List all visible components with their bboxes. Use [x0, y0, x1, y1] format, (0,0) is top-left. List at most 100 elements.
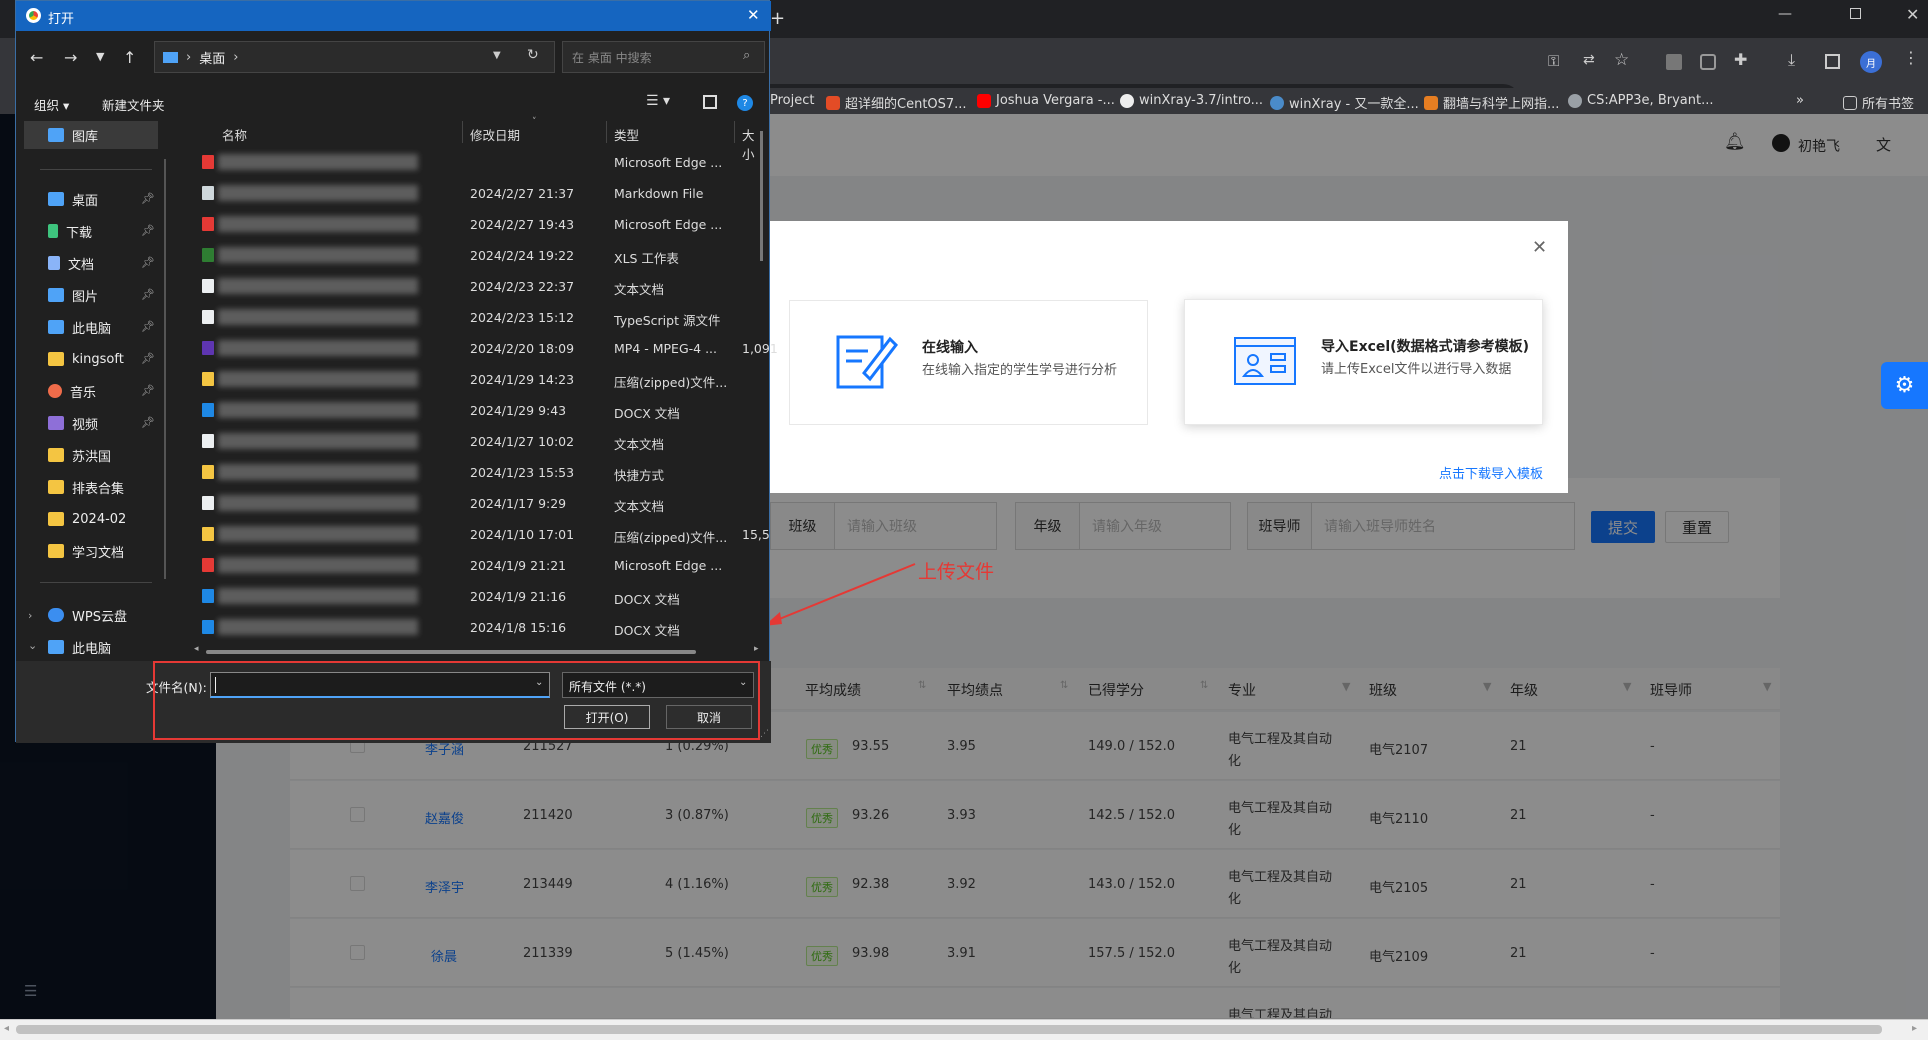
file-row[interactable]: 2024/2/20 18:09 MP4 - MPEG-4 ... 1,091 [194, 333, 778, 364]
nav-documents[interactable]: 文档 [48, 252, 94, 274]
gear-icon: ⚙ [1894, 373, 1915, 398]
nav-videos[interactable]: 视频 [48, 412, 98, 434]
new-tab-icon[interactable]: + [770, 8, 785, 29]
bookmark-centos[interactable]: 超详细的CentOS7... [826, 93, 967, 112]
search-box[interactable]: 在 桌面 中搜索 ⌕ [562, 41, 765, 73]
extension-b-icon[interactable] [1700, 54, 1716, 70]
scroll-left-icon[interactable]: ◂ [194, 644, 199, 654]
download-template-link[interactable]: 点击下载导入模板 [1439, 463, 1543, 482]
expand-chevron-icon[interactable]: › [28, 609, 32, 622]
column-name[interactable]: 名称 [222, 125, 247, 144]
collapse-chevron-icon[interactable]: ⌄ [28, 639, 37, 652]
search-input[interactable]: 在 桌面 中搜索 [572, 49, 652, 66]
file-row[interactable]: 2024/2/23 22:37 文本文档 [194, 271, 764, 302]
video-icon [48, 416, 64, 430]
download-icon[interactable]: ⤓ [1788, 50, 1795, 70]
organize-menu[interactable]: 组织 ▾ [34, 95, 69, 114]
file-row[interactable]: 2024/1/10 17:01 压缩(zipped)文件... 15,5 [194, 519, 770, 550]
file-row[interactable]: 2024/1/29 9:43 DOCX 文档 [194, 395, 764, 426]
nav-gallery[interactable]: 图库 [48, 124, 98, 146]
nav-folder-2024-02[interactable]: 2024-02 [48, 508, 126, 530]
online-input-card[interactable]: 在线输入 在线输入指定的学生学号进行分析 [789, 300, 1148, 425]
nav-folder-paibiao[interactable]: 排表合集 [48, 476, 124, 498]
close-window-icon[interactable]: ✕ [1906, 5, 1919, 24]
file-row[interactable]: Microsoft Edge ... [194, 147, 764, 178]
back-icon[interactable]: ← [30, 48, 43, 67]
file-row[interactable]: 2024/2/24 19:22 XLS 工作表 [194, 240, 764, 271]
nav-this-pc[interactable]: 此电脑 [48, 316, 111, 338]
browser-menu-icon[interactable]: ⋮ [1903, 48, 1919, 67]
path-segment[interactable]: 桌面 [199, 48, 225, 67]
profile-avatar[interactable]: 月 [1860, 51, 1882, 73]
help-icon[interactable]: ? [737, 95, 753, 111]
recent-dropdown-icon[interactable]: ▼ [96, 50, 104, 63]
nav-desktop[interactable]: 桌面 [48, 188, 98, 210]
extension-a-icon[interactable] [1666, 54, 1682, 70]
import-excel-card[interactable]: 导入Excel(数据格式请参考模板) 请上传Excel文件以进行导入数据 [1184, 299, 1543, 425]
nav-downloads[interactable]: 下载 [48, 220, 92, 242]
scroll-right-icon[interactable]: ▸ [1912, 1023, 1917, 1034]
column-divider [606, 121, 607, 143]
bookmarks-more[interactable]: » [1796, 93, 1804, 108]
scroll-thumb[interactable] [206, 650, 696, 654]
bookmark-star-icon[interactable]: ☆ [1614, 50, 1629, 70]
file-list-hscroll[interactable]: ◂ ▸ [194, 644, 764, 657]
bookmark-winxray[interactable]: winXray - 又一款全... [1270, 93, 1419, 112]
path-dropdown-icon[interactable]: ▼ [493, 50, 501, 61]
bookmark-joshua[interactable]: Joshua Vergara -... [977, 93, 1115, 108]
highlight-box [153, 661, 760, 740]
bookmark-csapp[interactable]: CS:APP3e, Bryant... [1568, 93, 1713, 108]
scroll-thumb[interactable] [16, 1025, 1882, 1034]
file-row[interactable]: 2024/1/9 21:16 DOCX 文档 [194, 581, 764, 612]
file-row[interactable]: 2024/1/8 15:16 DOCX 文档 [194, 612, 764, 643]
file-row[interactable]: 2024/1/27 10:02 文本文档 [194, 426, 764, 457]
file-type: XLS 工作表 [614, 251, 679, 266]
extensions-puzzle-icon[interactable]: ✚ [1734, 50, 1747, 69]
file-row[interactable]: 2024/2/27 19:43 Microsoft Edge ... [194, 209, 764, 240]
dialog-close-icon[interactable]: ✕ [747, 6, 760, 24]
password-key-icon[interactable]: ⚿ [1548, 52, 1559, 70]
column-type[interactable]: 类型 [614, 125, 639, 144]
up-icon[interactable]: ↑ [123, 48, 136, 67]
path-bar[interactable]: › 桌面 › ▼ ↻ [154, 41, 555, 73]
nav-scrollbar[interactable] [164, 159, 166, 579]
close-icon[interactable]: ✕ [1532, 237, 1547, 258]
nav-wps-cloud[interactable]: WPS云盘 [48, 604, 127, 626]
minimize-icon[interactable]: — [1778, 6, 1792, 22]
resize-grip-icon[interactable]: ⋰ [760, 729, 769, 739]
file-row[interactable]: 2024/2/23 15:12 TypeScript 源文件 [194, 302, 764, 333]
forward-icon[interactable]: → [64, 48, 77, 67]
scroll-left-icon[interactable]: ◂ [4, 1023, 9, 1034]
file-date: 2024/1/17 9:29 [470, 496, 567, 511]
view-options-icon[interactable]: ☰ ▾ [646, 93, 670, 109]
settings-button[interactable]: ⚙ [1881, 362, 1928, 409]
column-date[interactable]: 修改日期 [470, 125, 520, 144]
file-row[interactable]: 2024/1/29 14:23 压缩(zipped)文件... [194, 364, 764, 395]
translate-page-icon[interactable]: ⇄ [1583, 52, 1595, 68]
bookmark-winxray-intro[interactable]: winXray-3.7/intro... [1120, 93, 1263, 108]
scroll-right-icon[interactable]: ▸ [754, 644, 759, 654]
file-row[interactable]: 2024/1/17 9:29 文本文档 [194, 488, 764, 519]
file-row[interactable]: 2024/1/23 15:53 快捷方式 [194, 457, 764, 488]
maximize-icon[interactable] [1850, 8, 1861, 19]
nav-folder-study[interactable]: 学习文档 [48, 540, 124, 562]
file-row[interactable]: 2024/1/9 21:21 Microsoft Edge ... [194, 550, 764, 581]
nav-this-pc-tree[interactable]: 此电脑 [48, 636, 111, 658]
file-name-redacted [218, 464, 418, 480]
bookmark-project[interactable]: Project [770, 93, 814, 108]
file-type-icon [202, 496, 214, 510]
bookmark-vpn-guide[interactable]: 翻墙与科学上网指... [1424, 93, 1559, 112]
nav-kingsoft[interactable]: kingsoft [48, 348, 124, 370]
nav-music[interactable]: 音乐 [48, 380, 96, 402]
side-panel-icon[interactable] [1825, 54, 1840, 69]
nav-folder-suhongguo[interactable]: 苏洪国 [48, 444, 111, 466]
new-folder-button[interactable]: 新建文件夹 [102, 95, 165, 114]
preview-pane-icon[interactable] [703, 95, 717, 109]
refresh-icon[interactable]: ↻ [527, 47, 539, 63]
all-bookmarks[interactable]: 所有书签 [1843, 93, 1914, 112]
page-horizontal-scrollbar[interactable]: ◂ ▸ [0, 1019, 1928, 1040]
edit-form-icon [836, 335, 898, 389]
folder-icon [48, 512, 64, 526]
file-row[interactable]: 2024/2/27 21:37 Markdown File [194, 178, 764, 209]
nav-pictures[interactable]: 图片 [48, 284, 98, 306]
